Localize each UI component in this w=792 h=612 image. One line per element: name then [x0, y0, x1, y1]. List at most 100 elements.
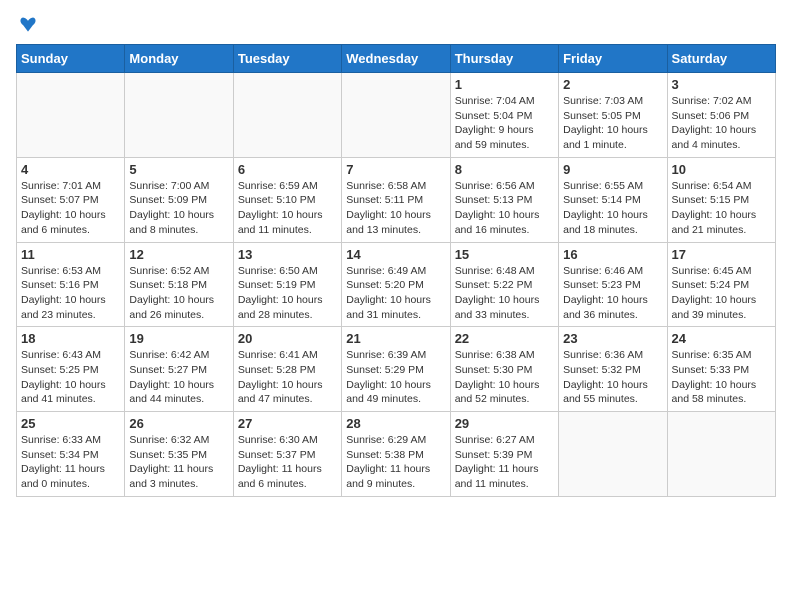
- day-info: Sunrise: 6:53 AM Sunset: 5:16 PM Dayligh…: [21, 264, 120, 323]
- day-info: Sunrise: 6:30 AM Sunset: 5:37 PM Dayligh…: [238, 433, 337, 492]
- day-number: 3: [672, 77, 771, 92]
- calendar-cell: 10Sunrise: 6:54 AM Sunset: 5:15 PM Dayli…: [667, 157, 775, 242]
- calendar-cell: 27 Sunrise: 6:30 AM Sunset: 5:37 PM Dayli…: [233, 412, 341, 497]
- day-number: 11: [21, 247, 120, 262]
- calendar-week-1: 1 Sunrise: 7:04 AM Sunset: 5:04 PM Daylig…: [17, 73, 776, 158]
- day-info: Sunrise: 6:42 AM Sunset: 5:27 PM Dayligh…: [129, 348, 228, 407]
- day-info: Sunrise: 7:01 AM Sunset: 5:07 PM Dayligh…: [21, 179, 120, 238]
- day-info: Sunrise: 6:58 AM Sunset: 5:11 PM Dayligh…: [346, 179, 445, 238]
- calendar-cell: 3 Sunrise: 7:02 AM Sunset: 5:06 PM Daylig…: [667, 73, 775, 158]
- day-number: 20: [238, 331, 337, 346]
- calendar-cell: 26Sunrise: 6:32 AM Sunset: 5:35 PM Dayli…: [125, 412, 233, 497]
- calendar-cell: 2Sunrise: 7:03 AM Sunset: 5:05 PM Daylig…: [559, 73, 667, 158]
- day-number: 5: [129, 162, 228, 177]
- day-info: Sunrise: 6:27 AM Sunset: 5:39 PM Dayligh…: [455, 433, 554, 492]
- calendar-cell: 14 Sunrise: 6:49 AM Sunset: 5:20 PM Dayli…: [342, 242, 450, 327]
- calendar-cell: 24Sunrise: 6:35 AM Sunset: 5:33 PM Dayli…: [667, 327, 775, 412]
- calendar-cell: [233, 73, 341, 158]
- weekday-header-sunday: Sunday: [17, 45, 125, 73]
- calendar-cell: 9 Sunrise: 6:55 AM Sunset: 5:14 PM Daylig…: [559, 157, 667, 242]
- calendar-cell: 4 Sunrise: 7:01 AM Sunset: 5:07 PM Daylig…: [17, 157, 125, 242]
- day-number: 4: [21, 162, 120, 177]
- weekday-header-tuesday: Tuesday: [233, 45, 341, 73]
- day-number: 19: [129, 331, 228, 346]
- calendar-cell: 16 Sunrise: 6:46 AM Sunset: 5:23 PM Dayli…: [559, 242, 667, 327]
- calendar-cell: 23 Sunrise: 6:36 AM Sunset: 5:32 PM Dayli…: [559, 327, 667, 412]
- day-info: Sunrise: 6:52 AM Sunset: 5:18 PM Dayligh…: [129, 264, 228, 323]
- day-number: 7: [346, 162, 445, 177]
- day-number: 2: [563, 77, 662, 92]
- calendar-week-2: 4 Sunrise: 7:01 AM Sunset: 5:07 PM Daylig…: [17, 157, 776, 242]
- day-number: 27: [238, 416, 337, 431]
- calendar-cell: [17, 73, 125, 158]
- day-number: 23: [563, 331, 662, 346]
- day-info: Sunrise: 6:45 AM Sunset: 5:24 PM Dayligh…: [672, 264, 771, 323]
- calendar-cell: 8 Sunrise: 6:56 AM Sunset: 5:13 PM Daylig…: [450, 157, 558, 242]
- day-info: Sunrise: 6:46 AM Sunset: 5:23 PM Dayligh…: [563, 264, 662, 323]
- logo-bird-icon: [18, 16, 38, 34]
- day-info: Sunrise: 6:29 AM Sunset: 5:38 PM Dayligh…: [346, 433, 445, 492]
- day-info: Sunrise: 6:35 AM Sunset: 5:33 PM Dayligh…: [672, 348, 771, 407]
- weekday-header-wednesday: Wednesday: [342, 45, 450, 73]
- calendar-cell: 6 Sunrise: 6:59 AM Sunset: 5:10 PM Daylig…: [233, 157, 341, 242]
- calendar-cell: 13 Sunrise: 6:50 AM Sunset: 5:19 PM Dayli…: [233, 242, 341, 327]
- day-number: 6: [238, 162, 337, 177]
- day-info: Sunrise: 6:48 AM Sunset: 5:22 PM Dayligh…: [455, 264, 554, 323]
- weekday-header-row: SundayMondayTuesdayWednesdayThursdayFrid…: [17, 45, 776, 73]
- calendar-cell: [342, 73, 450, 158]
- day-info: Sunrise: 6:39 AM Sunset: 5:29 PM Dayligh…: [346, 348, 445, 407]
- weekday-header-thursday: Thursday: [450, 45, 558, 73]
- day-number: 9: [563, 162, 662, 177]
- calendar-cell: 11 Sunrise: 6:53 AM Sunset: 5:16 PM Dayli…: [17, 242, 125, 327]
- day-info: Sunrise: 6:59 AM Sunset: 5:10 PM Dayligh…: [238, 179, 337, 238]
- day-info: Sunrise: 6:49 AM Sunset: 5:20 PM Dayligh…: [346, 264, 445, 323]
- day-number: 26: [129, 416, 228, 431]
- day-info: Sunrise: 7:02 AM Sunset: 5:06 PM Dayligh…: [672, 94, 771, 153]
- weekday-header-friday: Friday: [559, 45, 667, 73]
- day-info: Sunrise: 6:38 AM Sunset: 5:30 PM Dayligh…: [455, 348, 554, 407]
- day-number: 25: [21, 416, 120, 431]
- calendar-cell: 5 Sunrise: 7:00 AM Sunset: 5:09 PM Daylig…: [125, 157, 233, 242]
- weekday-header-saturday: Saturday: [667, 45, 775, 73]
- day-info: Sunrise: 6:55 AM Sunset: 5:14 PM Dayligh…: [563, 179, 662, 238]
- calendar-cell: 15 Sunrise: 6:48 AM Sunset: 5:22 PM Dayli…: [450, 242, 558, 327]
- calendar-cell: 18 Sunrise: 6:43 AM Sunset: 5:25 PM Dayli…: [17, 327, 125, 412]
- day-info: Sunrise: 6:56 AM Sunset: 5:13 PM Dayligh…: [455, 179, 554, 238]
- day-number: 1: [455, 77, 554, 92]
- day-info: Sunrise: 6:36 AM Sunset: 5:32 PM Dayligh…: [563, 348, 662, 407]
- day-number: 8: [455, 162, 554, 177]
- day-number: 15: [455, 247, 554, 262]
- page-header: [16, 16, 776, 34]
- day-number: 14: [346, 247, 445, 262]
- calendar-week-4: 18 Sunrise: 6:43 AM Sunset: 5:25 PM Dayli…: [17, 327, 776, 412]
- calendar-table: SundayMondayTuesdayWednesdayThursdayFrid…: [16, 44, 776, 497]
- day-number: 10: [672, 162, 771, 177]
- calendar-cell: 29Sunrise: 6:27 AM Sunset: 5:39 PM Dayli…: [450, 412, 558, 497]
- day-info: Sunrise: 6:43 AM Sunset: 5:25 PM Dayligh…: [21, 348, 120, 407]
- day-number: 12: [129, 247, 228, 262]
- calendar-cell: 28 Sunrise: 6:29 AM Sunset: 5:38 PM Dayli…: [342, 412, 450, 497]
- day-number: 16: [563, 247, 662, 262]
- calendar-week-3: 11 Sunrise: 6:53 AM Sunset: 5:16 PM Dayli…: [17, 242, 776, 327]
- calendar-cell: [667, 412, 775, 497]
- day-info: Sunrise: 7:04 AM Sunset: 5:04 PM Dayligh…: [455, 94, 554, 153]
- day-info: Sunrise: 7:00 AM Sunset: 5:09 PM Dayligh…: [129, 179, 228, 238]
- day-number: 13: [238, 247, 337, 262]
- calendar-week-5: 25 Sunrise: 6:33 AM Sunset: 5:34 PM Dayli…: [17, 412, 776, 497]
- calendar-cell: 21 Sunrise: 6:39 AM Sunset: 5:29 PM Dayli…: [342, 327, 450, 412]
- calendar-cell: 7 Sunrise: 6:58 AM Sunset: 5:11 PM Daylig…: [342, 157, 450, 242]
- calendar-cell: 20Sunrise: 6:41 AM Sunset: 5:28 PM Dayli…: [233, 327, 341, 412]
- day-number: 21: [346, 331, 445, 346]
- calendar-cell: 12 Sunrise: 6:52 AM Sunset: 5:18 PM Dayli…: [125, 242, 233, 327]
- calendar-cell: 19 Sunrise: 6:42 AM Sunset: 5:27 PM Dayli…: [125, 327, 233, 412]
- day-info: Sunrise: 6:33 AM Sunset: 5:34 PM Dayligh…: [21, 433, 120, 492]
- calendar-cell: 17Sunrise: 6:45 AM Sunset: 5:24 PM Dayli…: [667, 242, 775, 327]
- calendar-cell: 22Sunrise: 6:38 AM Sunset: 5:30 PM Dayli…: [450, 327, 558, 412]
- day-number: 18: [21, 331, 120, 346]
- day-number: 28: [346, 416, 445, 431]
- calendar-cell: [125, 73, 233, 158]
- weekday-header-monday: Monday: [125, 45, 233, 73]
- logo: [16, 16, 38, 34]
- calendar-cell: [559, 412, 667, 497]
- day-info: Sunrise: 6:50 AM Sunset: 5:19 PM Dayligh…: [238, 264, 337, 323]
